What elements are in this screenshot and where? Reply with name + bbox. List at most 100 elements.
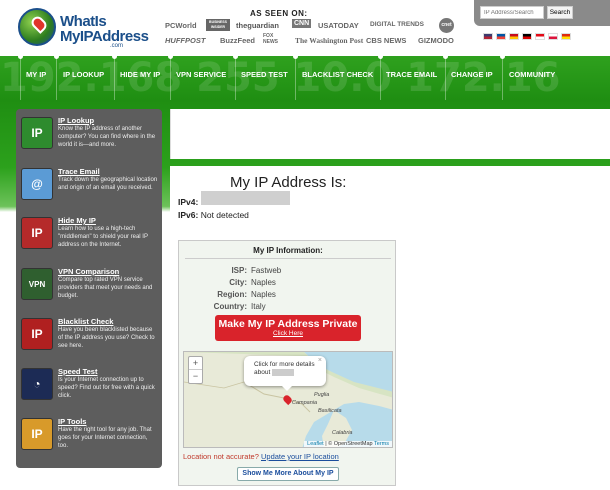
sidebar-item-desc: Have the right tool for any job. That go… xyxy=(58,427,152,449)
map-popup[interactable]: × Click for more details about xyxy=(244,356,326,391)
map-label-campania: Campania xyxy=(292,400,318,406)
update-location-link[interactable]: Update your IP location xyxy=(261,452,339,461)
osm-attribution: | © OpenStreetMap xyxy=(325,441,373,447)
make-ip-private-label: Make My IP Address Private xyxy=(218,318,358,330)
top-content-box xyxy=(170,109,610,159)
isp-label: ISP: xyxy=(231,266,247,275)
sidebar-item-title[interactable]: VPN Comparison xyxy=(58,267,119,276)
nav-hide-my-ip[interactable]: HIDE MY IP xyxy=(120,70,160,79)
nav-divider xyxy=(18,54,23,100)
location-note: Location not accurate? Update your IP lo… xyxy=(183,452,339,461)
close-icon[interactable]: × xyxy=(318,357,322,365)
nav-ip-lookup[interactable]: IP LOOKUP xyxy=(63,70,104,79)
logo-line2: MyIPAddress xyxy=(60,28,149,45)
ip-search-input[interactable] xyxy=(480,6,544,19)
region-label: Region: xyxy=(217,290,247,299)
map-zoom-control: + − xyxy=(188,356,203,384)
nav-vpn-service[interactable]: VPN SERVICE xyxy=(176,70,226,79)
nav-blacklist-check[interactable]: BLACKLIST CHECK xyxy=(302,70,373,79)
make-ip-private-button[interactable]: Make My IP Address Private Click Here xyxy=(215,315,361,341)
vpn-icon: VPN xyxy=(21,268,53,300)
sidebar-item[interactable]: ◔ Speed Test Is your Internet connection u… xyxy=(16,365,162,415)
nav-divider xyxy=(293,54,298,100)
ipv6-row: IPv6: Not detected xyxy=(178,210,249,220)
media-logo-usatoday: USATODAY xyxy=(318,21,359,30)
site-logo[interactable]: WhatIs MyIPAddress .com xyxy=(18,8,149,49)
sidebar-item[interactable]: @ Trace Email Track down the geographical … xyxy=(16,165,162,215)
city-label: City: xyxy=(229,278,247,287)
media-logo-gizmodo: GIZMODO xyxy=(418,36,454,45)
leaflet-link[interactable]: Leaflet xyxy=(307,441,324,447)
nav-divider xyxy=(54,54,59,100)
main-nav: 192.168 255 10.0 172.16 MY IP IP LOOKUP … xyxy=(0,54,610,100)
map-label-puglia: Puglia xyxy=(314,392,330,398)
nav-divider xyxy=(500,54,505,100)
nav-community[interactable]: COMMUNITY xyxy=(509,70,555,79)
nav-divider xyxy=(443,54,448,100)
sidebar-item[interactable]: IP Hide My IP Learn how to use a high-tech… xyxy=(16,214,162,264)
cn-flag[interactable] xyxy=(561,33,571,40)
location-map[interactable]: Puglia Campania Basilicata Calabria + − … xyxy=(183,351,393,448)
speed-test-icon: ◔ xyxy=(21,368,53,400)
nav-my-ip[interactable]: MY IP xyxy=(26,70,46,79)
ipv4-value-redacted xyxy=(201,191,290,205)
location-not-accurate-text: Location not accurate? xyxy=(183,452,259,461)
sidebar-item-desc: Compare top rated VPN service providers … xyxy=(58,277,153,299)
fr-flag[interactable] xyxy=(496,33,506,40)
sidebar-item-title[interactable]: IP Tools xyxy=(58,417,86,426)
media-logo-business-insider: BUSINESS INSIDER xyxy=(206,19,230,31)
media-logo-pcworld: PCWorld xyxy=(165,21,197,30)
sidebar-item-desc: Track down the geographical location and… xyxy=(58,177,158,191)
map-label-calabria: Calabria xyxy=(332,430,353,436)
de-flag[interactable] xyxy=(522,33,532,40)
sidebar-item-title[interactable]: Hide My IP xyxy=(58,216,96,225)
ip-lookup-icon: IP xyxy=(21,117,53,149)
sidebar-item-title[interactable]: Speed Test xyxy=(58,367,97,376)
sidebar-item[interactable]: IP IP Tools Have the right tool for any jo… xyxy=(16,415,162,465)
header: WhatIs MyIPAddress .com AS SEEN ON: PCWo… xyxy=(0,0,610,56)
show-more-button[interactable]: Show Me More About My IP xyxy=(237,467,339,481)
logo-suffix: .com xyxy=(110,43,124,49)
sidebar-item-title[interactable]: Blacklist Check xyxy=(58,317,113,326)
sidebar: IP IP Lookup Know the IP address of anothe… xyxy=(16,109,162,468)
ipv4-row: IPv4: xyxy=(178,197,198,207)
as-seen-on-label: AS SEEN ON: xyxy=(250,9,308,18)
trace-email-icon: @ xyxy=(21,168,53,200)
search-button[interactable]: Search xyxy=(547,6,573,19)
pl-flag[interactable] xyxy=(548,33,558,40)
ipv6-label: IPv6: xyxy=(178,210,199,220)
page: WhatIs MyIPAddress .com AS SEEN ON: PCWo… xyxy=(0,0,610,490)
map-attribution: Leaflet | © OpenStreetMap Terms xyxy=(304,441,392,447)
city-value: Naples xyxy=(251,278,276,287)
sidebar-item-desc: Learn how to use a high-tech "middleman"… xyxy=(58,226,148,248)
terms-link[interactable]: Terms xyxy=(374,441,389,447)
nav-trace-email[interactable]: TRACE EMAIL xyxy=(386,70,437,79)
sidebar-item-desc: Know the IP address of another computer?… xyxy=(58,126,156,148)
media-logo-foxnews: FOX NEWS xyxy=(263,33,278,45)
media-logo-guardian: theguardian xyxy=(236,21,279,30)
click-here-link[interactable]: Click Here xyxy=(215,330,361,337)
sidebar-item[interactable]: VPN VPN Comparison Compare top rated VPN s… xyxy=(16,265,162,315)
popup-ip-redacted xyxy=(272,369,295,376)
language-flags xyxy=(483,33,603,41)
sidebar-item-desc: Is your Internet connection up to speed?… xyxy=(58,377,155,399)
zoom-out-button[interactable]: − xyxy=(189,370,202,383)
page-title: My IP Address Is: xyxy=(230,174,347,191)
media-logo-digital-trends: DIGITAL TRENDS xyxy=(370,21,424,28)
us-flag[interactable] xyxy=(483,33,493,40)
sidebar-item-title[interactable]: IP Lookup xyxy=(58,116,94,125)
tr-flag[interactable] xyxy=(535,33,545,40)
zoom-in-button[interactable]: + xyxy=(189,357,202,370)
divider xyxy=(185,258,391,259)
sidebar-item[interactable]: IP IP Lookup Know the IP address of anothe… xyxy=(16,114,162,164)
media-logo-washington-post: The Washington Post xyxy=(295,36,364,45)
isp-value: Fastweb xyxy=(251,266,282,275)
sidebar-item-title[interactable]: Trace Email xyxy=(58,167,100,176)
es-flag[interactable] xyxy=(509,33,519,40)
sidebar-item[interactable]: IP Blacklist Check Have you been blacklist… xyxy=(16,315,162,365)
country-label: Country: xyxy=(213,302,247,311)
nav-speed-test[interactable]: SPEED TEST xyxy=(241,70,288,79)
country-value: Italy xyxy=(251,302,266,311)
ip-tools-icon: IP xyxy=(21,418,53,450)
nav-change-ip[interactable]: CHANGE IP xyxy=(451,70,493,79)
